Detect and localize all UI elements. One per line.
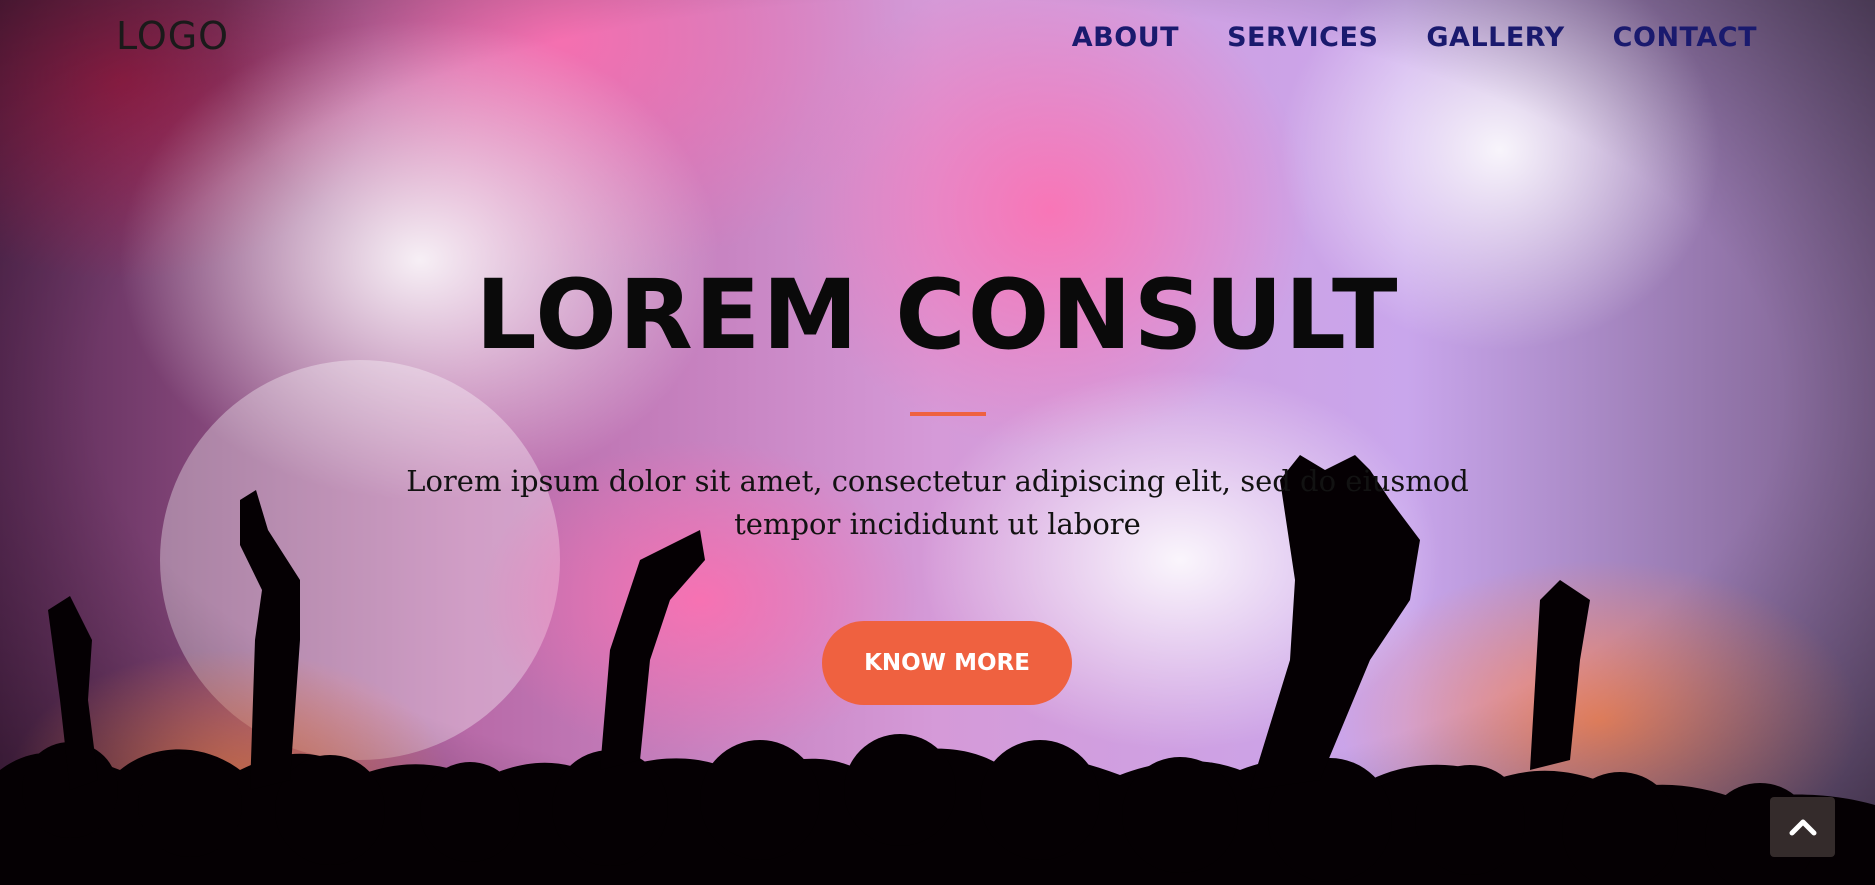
scroll-to-top-button[interactable] — [1770, 797, 1835, 857]
nav-link-about[interactable]: ABOUT — [1072, 22, 1179, 53]
hero-subtitle: Lorem ipsum dolor sit amet, consectetur … — [400, 460, 1475, 546]
know-more-button[interactable]: KNOW MORE — [822, 621, 1072, 705]
site-logo[interactable]: LOGO — [116, 14, 229, 58]
hero-subtitle-line2: tempor incididunt ut labore — [734, 507, 1141, 541]
top-navigation-bar: LOGO ABOUT SERVICES GALLERY CONTACT — [0, 0, 1875, 90]
chevron-up-icon — [1789, 819, 1816, 836]
hero-section — [0, 0, 1875, 885]
nav-link-gallery[interactable]: GALLERY — [1426, 22, 1564, 53]
nav-link-contact[interactable]: CONTACT — [1613, 22, 1757, 53]
hero-subtitle-line1: Lorem ipsum dolor sit amet, consectetur … — [406, 464, 1469, 498]
main-nav: ABOUT SERVICES GALLERY CONTACT — [1072, 22, 1757, 53]
hero-background-image — [0, 0, 1875, 885]
nav-link-services[interactable]: SERVICES — [1227, 22, 1378, 53]
title-divider — [910, 412, 986, 416]
hero-title: LOREM CONSULT — [475, 259, 1400, 371]
